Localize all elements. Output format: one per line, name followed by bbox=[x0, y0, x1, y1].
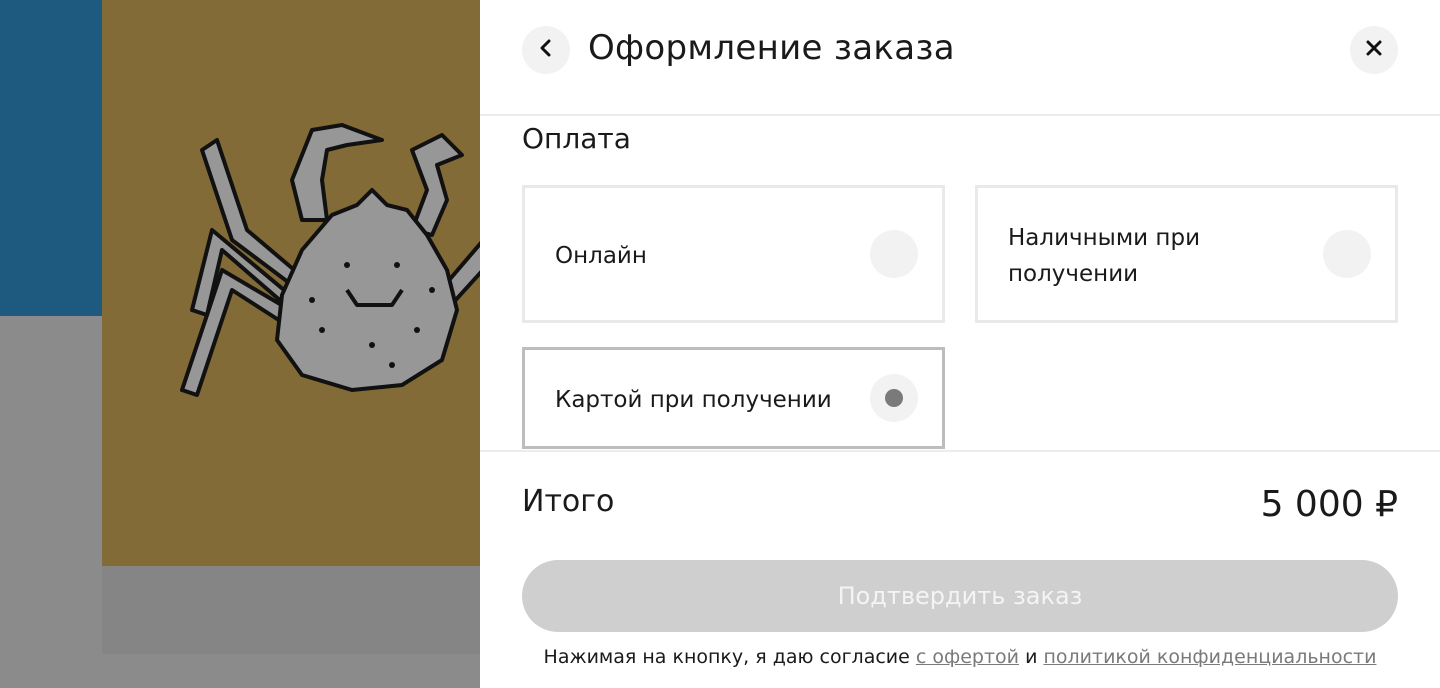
payment-option-label: Онлайн bbox=[555, 243, 647, 269]
background-banner bbox=[0, 0, 102, 316]
radio-button[interactable] bbox=[870, 230, 918, 278]
product-image bbox=[102, 0, 480, 566]
close-icon bbox=[1366, 40, 1382, 60]
checkout-panel: Оформление заказа Оплата Онлайн Наличным… bbox=[480, 0, 1440, 688]
payment-option-cash[interactable]: Наличными при получении bbox=[975, 185, 1398, 323]
consent-middle: и bbox=[1019, 646, 1044, 668]
chevron-left-icon bbox=[539, 39, 553, 61]
back-button[interactable] bbox=[522, 26, 570, 74]
crab-illustration bbox=[180, 123, 480, 397]
background-card-footer bbox=[102, 566, 480, 654]
payment-option-label: Картой при получении bbox=[555, 387, 832, 413]
payment-option-label: Наличными при получении bbox=[1008, 225, 1201, 287]
close-button[interactable] bbox=[1350, 26, 1398, 74]
payment-section-title: Оплата bbox=[522, 122, 631, 155]
divider bbox=[480, 450, 1440, 452]
panel-header: Оформление заказа bbox=[480, 0, 1440, 116]
payment-option-card[interactable]: Картой при получении bbox=[522, 347, 945, 449]
radio-button-selected[interactable] bbox=[870, 374, 918, 422]
confirm-order-button[interactable]: Подтвердить заказ bbox=[522, 560, 1398, 632]
total-label: Итого bbox=[522, 484, 615, 519]
privacy-policy-link[interactable]: политикой конфиденциальности bbox=[1043, 646, 1376, 668]
payment-option-online[interactable]: Онлайн bbox=[522, 185, 945, 323]
consent-prefix: Нажимая на кнопку, я даю согласие bbox=[543, 646, 916, 668]
offer-link[interactable]: с офертой bbox=[916, 646, 1019, 668]
consent-text: Нажимая на кнопку, я даю согласие с офер… bbox=[480, 646, 1440, 668]
radio-button[interactable] bbox=[1323, 230, 1371, 278]
radio-dot-icon bbox=[885, 389, 903, 407]
total-value: 5 000 ₽ bbox=[1260, 484, 1398, 525]
page-title: Оформление заказа bbox=[588, 28, 955, 68]
